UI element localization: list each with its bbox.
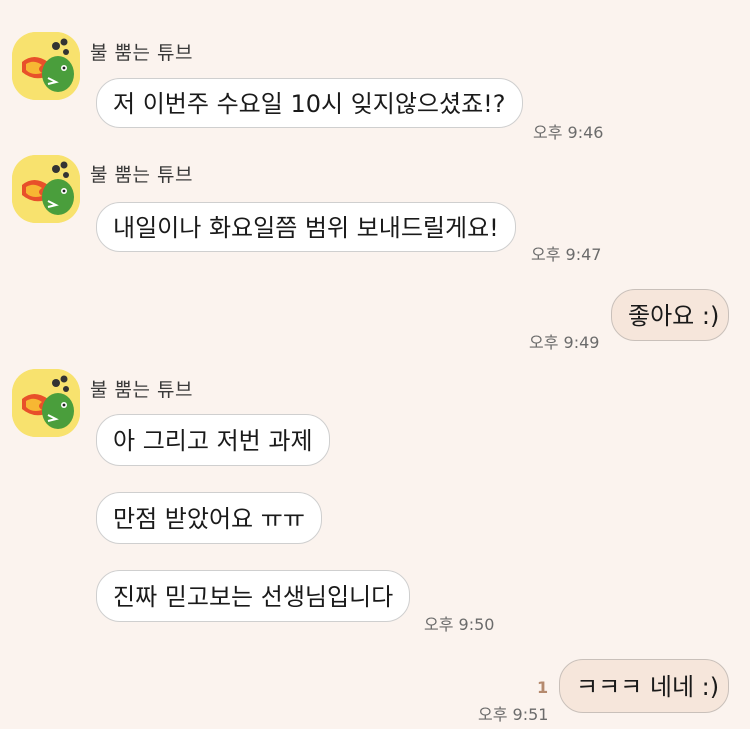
message-bubble[interactable]: 진짜 믿고보는 선생님입니다 (96, 570, 411, 622)
avatar[interactable] (12, 32, 80, 100)
message-bubble[interactable]: 저 이번주 수요일 10시 잊지않으셨죠!? (96, 78, 523, 128)
message-bubble[interactable]: 내일이나 화요일쯤 범위 보내드릴게요! (96, 202, 516, 252)
sender-name: 불 뿜는 튜브 (90, 379, 193, 401)
message-time: 오후 9:51 (478, 705, 549, 724)
message-time: 오후 9:46 (533, 123, 604, 142)
avatar[interactable] (12, 369, 80, 437)
message-bubble[interactable]: 아 그리고 저번 과제 (96, 414, 330, 466)
sender-name: 불 뿜는 튜브 (90, 164, 193, 186)
message-bubble[interactable]: 만점 받았어요 ㅠㅠ (96, 492, 322, 544)
unread-count: 1 (537, 678, 549, 697)
message-time: 오후 9:50 (424, 615, 495, 634)
avatar[interactable] (12, 155, 80, 223)
message-time: 오후 9:49 (529, 333, 600, 352)
sent-message-bubble[interactable]: 좋아요 :) (611, 289, 729, 341)
message-time: 오후 9:47 (531, 245, 602, 264)
sent-message-bubble[interactable]: ㅋㅋㅋ 네네 :) (559, 659, 729, 713)
sender-name: 불 뿜는 튜브 (90, 42, 193, 64)
